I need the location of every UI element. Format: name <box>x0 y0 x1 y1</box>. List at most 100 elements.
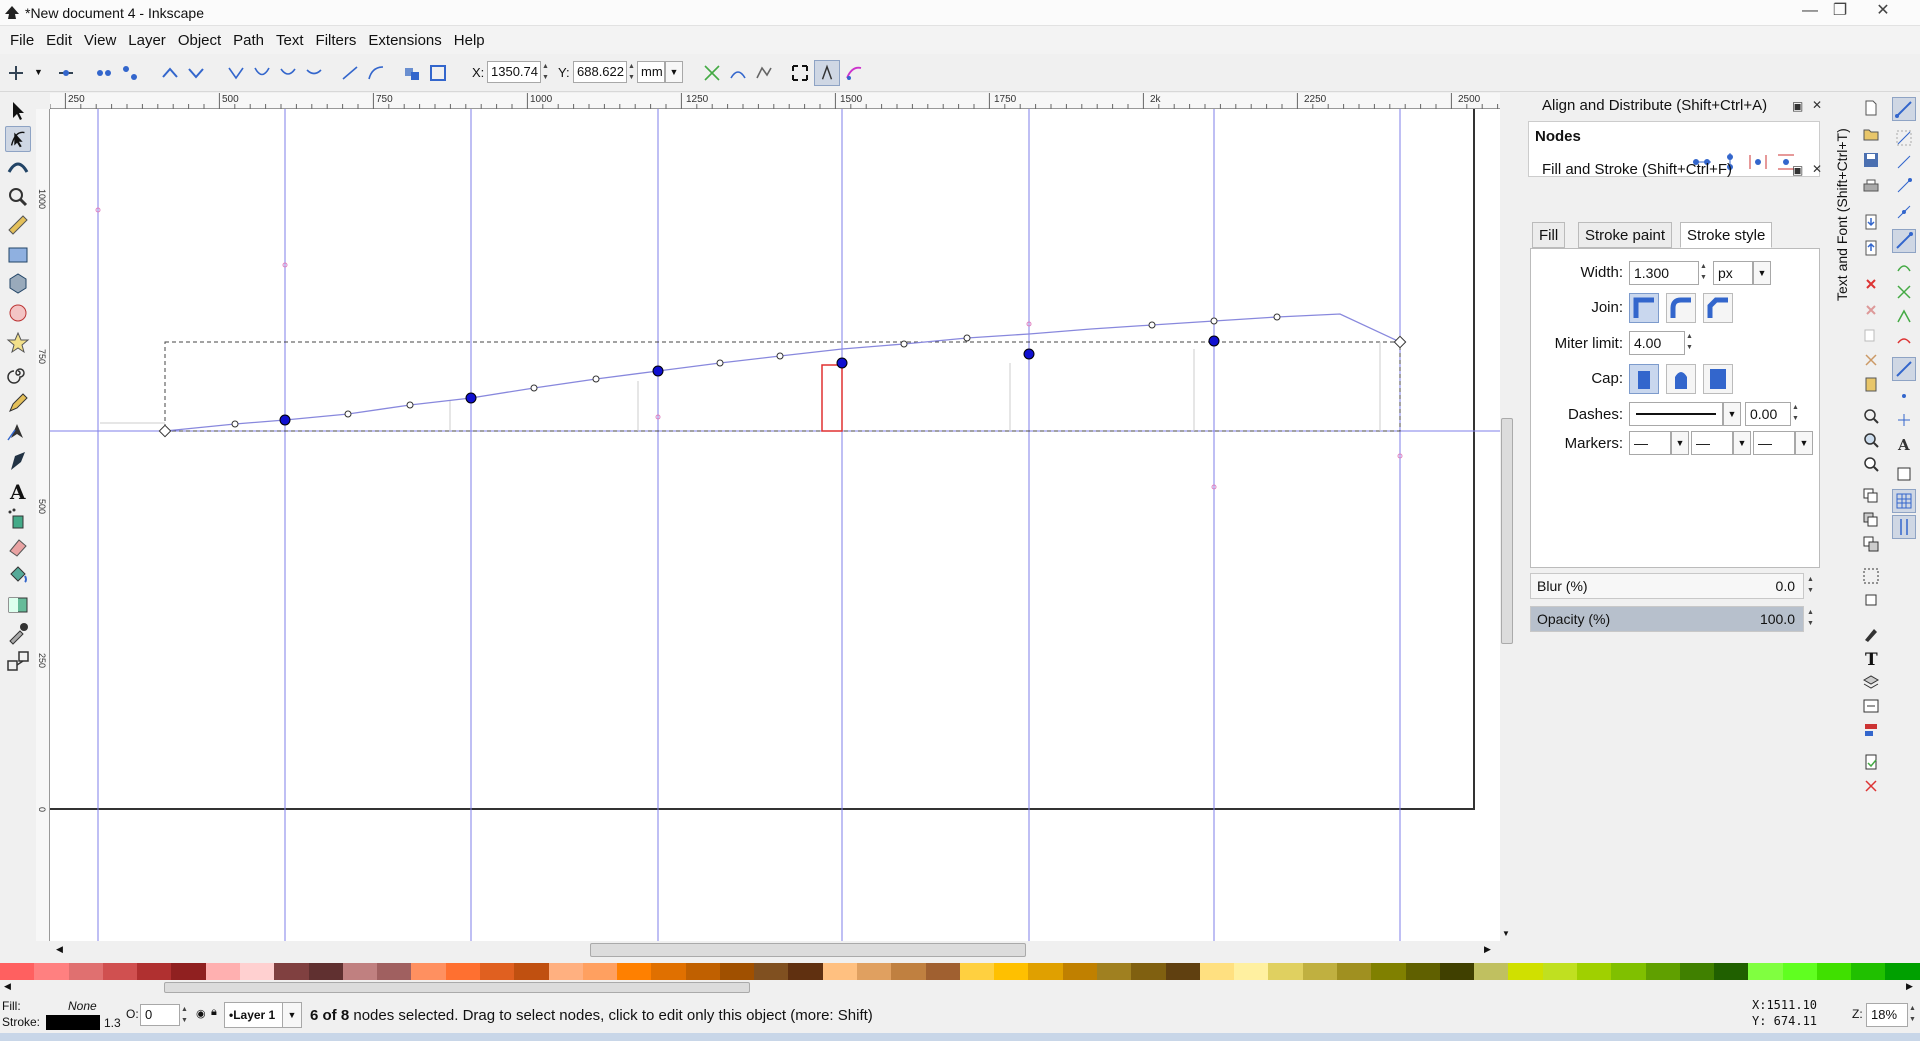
menu-layer[interactable]: Layer <box>122 32 172 49</box>
zoom-tool-icon[interactable] <box>5 184 31 210</box>
lock-icon[interactable]: 🔒︎ <box>211 1006 217 1019</box>
y-coordinate-input[interactable]: 688.622 <box>573 61 627 83</box>
snap-smooth-nodes-icon[interactable] <box>1895 331 1913 349</box>
stroke-width-value[interactable]: 1.3 <box>104 1016 121 1030</box>
unlink-clone-icon[interactable] <box>1862 535 1880 553</box>
node-symmetric-icon[interactable] <box>278 63 298 83</box>
palette-swatch[interactable] <box>548 963 583 980</box>
menu-help[interactable]: Help <box>448 32 491 49</box>
zoom-drawing-icon[interactable] <box>1862 431 1880 449</box>
palette-swatch[interactable] <box>1028 963 1063 980</box>
segment-line-icon[interactable] <box>340 63 360 83</box>
snap-bbox-edge-icon[interactable] <box>1895 153 1913 171</box>
palette-swatch[interactable] <box>308 963 343 980</box>
menu-object[interactable]: Object <box>172 32 227 49</box>
palette-swatch[interactable] <box>411 963 446 980</box>
width-unit-select[interactable]: px <box>1713 261 1753 285</box>
palette-swatch[interactable] <box>685 963 720 980</box>
palette-swatch[interactable] <box>205 963 240 980</box>
dock-close-icon[interactable]: ✕ <box>1812 162 1822 176</box>
join-segment-icon[interactable] <box>160 63 180 83</box>
snap-grid-toggle[interactable] <box>1892 489 1916 513</box>
end-marker-select[interactable]: — <box>1753 431 1795 455</box>
dash-pattern-select[interactable] <box>1629 402 1723 426</box>
preferences-icon[interactable] <box>1862 777 1880 795</box>
clone-icon[interactable] <box>1862 511 1880 529</box>
paste-icon[interactable] <box>1862 375 1880 393</box>
snap-page-border-icon[interactable] <box>1895 465 1913 483</box>
palette-swatch[interactable] <box>651 963 686 980</box>
break-path-icon[interactable] <box>120 63 140 83</box>
palette-swatch[interactable] <box>994 963 1029 980</box>
menu-text[interactable]: Text <box>270 32 310 49</box>
palette-swatch[interactable] <box>1816 963 1852 980</box>
palette-swatch[interactable] <box>925 963 960 980</box>
spray-tool-icon[interactable] <box>5 506 31 532</box>
close-button[interactable]: ✕ <box>1868 0 1898 22</box>
opacity-spin-button[interactable]: ▲ ▼ <box>1806 607 1815 631</box>
palette-swatch[interactable] <box>137 963 172 980</box>
horizontal-ruler[interactable]: 250 500 750 1000 1250 1500 1750 2k 2250 … <box>50 93 1500 109</box>
start-marker-dropdown-icon[interactable]: ▼ <box>1671 431 1689 455</box>
zoom-spin-button[interactable]: ▲ ▼ <box>1908 1003 1917 1027</box>
stroke-to-path-icon[interactable] <box>428 63 448 83</box>
palette-swatch[interactable] <box>1439 963 1475 980</box>
menu-edit[interactable]: Edit <box>40 32 78 49</box>
cut-icon[interactable] <box>1862 351 1880 369</box>
show-outline-icon[interactable] <box>754 63 774 83</box>
cap-round-button[interactable] <box>1666 364 1696 394</box>
align-distribute-title[interactable]: Align and Distribute (Shift+Ctrl+A) <box>1542 97 1767 114</box>
palette-swatch[interactable] <box>274 963 309 980</box>
ellipse-tool-icon[interactable] <box>5 300 31 326</box>
insert-node-dropdown-icon[interactable]: ▼ <box>34 67 43 77</box>
tweak-tool-icon[interactable] <box>5 154 31 180</box>
dock-iconify-icon[interactable]: ▣ <box>1792 163 1803 177</box>
join-bevel-button[interactable] <box>1703 293 1733 323</box>
x-spin-button[interactable]: ▲ ▼ <box>541 61 550 83</box>
vertical-scroll-thumb[interactable] <box>1501 418 1513 644</box>
scroll-left-icon[interactable]: ◀ <box>56 944 63 955</box>
menu-file[interactable]: File <box>4 32 40 49</box>
undo-icon[interactable] <box>1862 275 1880 293</box>
palette-swatch[interactable] <box>582 963 618 980</box>
palette-scroll-left-icon[interactable]: ◀ <box>4 981 11 992</box>
palette-swatch[interactable] <box>1576 963 1612 980</box>
snap-guides-toggle[interactable] <box>1892 515 1916 539</box>
palette-swatch[interactable] <box>1234 963 1269 980</box>
text-font-side-tab[interactable]: Text and Font (Shift+Ctrl+T) <box>1832 93 1854 963</box>
vertical-scrollbar[interactable]: ▼ <box>1500 93 1514 941</box>
palette-swatch[interactable] <box>1645 963 1680 980</box>
snap-text-baseline-icon[interactable]: A <box>1895 435 1913 453</box>
fill-stroke-dialog-icon[interactable] <box>1862 625 1880 643</box>
mid-marker-dropdown-icon[interactable]: ▼ <box>1733 431 1751 455</box>
palette-swatch[interactable] <box>239 963 275 980</box>
palette-swatch[interactable] <box>1474 963 1509 980</box>
horizontal-scrollbar[interactable]: ◀ ▶ <box>50 941 1514 959</box>
snap-bbox-icon[interactable] <box>1895 129 1913 147</box>
rectangle-tool-icon[interactable] <box>5 242 31 268</box>
palette-swatch[interactable] <box>959 963 995 980</box>
join-round-button[interactable] <box>1666 293 1696 323</box>
palette-scrollbar[interactable]: ◀ ▶ <box>0 980 1920 995</box>
width-unit-dropdown-icon[interactable]: ▼ <box>1753 261 1771 285</box>
show-handles-icon[interactable] <box>728 63 748 83</box>
save-document-icon[interactable] <box>1862 151 1880 169</box>
pen-tool-icon[interactable] <box>5 418 31 444</box>
palette-swatch[interactable] <box>1748 963 1783 980</box>
new-document-icon[interactable] <box>1862 99 1880 117</box>
blur-slider[interactable]: Blur (%) 0.0 <box>1530 573 1804 599</box>
x-coordinate-input[interactable]: 1350.74 <box>487 61 541 83</box>
y-spin-button[interactable]: ▲ ▼ <box>627 61 636 83</box>
palette-swatch[interactable] <box>1371 963 1406 980</box>
eraser-tool-icon[interactable] <box>5 534 31 560</box>
palette-swatch[interactable] <box>788 963 823 980</box>
snap-center-icon[interactable] <box>1895 387 1913 405</box>
palette-swatch[interactable] <box>1131 963 1166 980</box>
palette-swatch[interactable] <box>1542 963 1577 980</box>
gradient-tool-icon[interactable] <box>5 592 31 618</box>
menu-path[interactable]: Path <box>227 32 270 49</box>
group-icon[interactable] <box>1862 567 1880 585</box>
object-to-path-icon[interactable] <box>402 63 422 83</box>
dropper-tool-icon[interactable] <box>5 620 31 646</box>
delete-node-icon[interactable] <box>56 63 76 83</box>
